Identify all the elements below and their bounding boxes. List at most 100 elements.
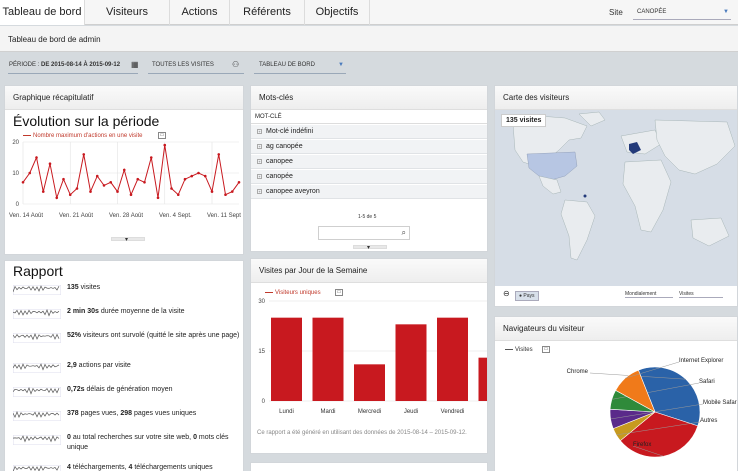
data-point[interactable] — [95, 174, 99, 178]
data-point[interactable] — [116, 190, 119, 193]
data-point[interactable] — [203, 174, 207, 178]
sparkline[interactable] — [13, 285, 61, 295]
keyword-label: Mot-clé indéfini — [266, 128, 314, 135]
data-point[interactable] — [62, 177, 65, 181]
legend-label: Visiteurs uniques — [275, 290, 321, 296]
bar[interactable] — [354, 364, 385, 401]
sparkline[interactable] — [13, 363, 61, 373]
segment-editor-icon[interactable]: ⚇ — [232, 60, 239, 69]
chart-options-icon[interactable]: ▭ — [335, 289, 343, 296]
data-point[interactable] — [35, 156, 38, 159]
data-point[interactable] — [82, 153, 86, 156]
tab-actions[interactable]: Actions — [170, 0, 230, 25]
bar[interactable] — [395, 324, 427, 401]
expand-icon[interactable]: + — [257, 188, 262, 194]
chevron-down-icon[interactable]: ▼ — [338, 62, 344, 68]
segment-selector[interactable]: TOUTES LES VISITES — [152, 62, 214, 68]
period-selector[interactable]: PÉRIODE : DE 2015-08-14 À 2015-09-12 — [9, 62, 120, 68]
widget-keywords: Mots-clés MOT-CLÉ + Mot-clé indéfini + ag c… — [250, 85, 488, 252]
keyword-row[interactable]: + canopee — [251, 155, 487, 169]
data-point[interactable] — [109, 181, 113, 184]
data-point[interactable] — [102, 184, 106, 187]
y-tick-label: 0 — [16, 202, 20, 208]
keyword-search-input[interactable]: ⌕ — [318, 226, 410, 240]
chevron-down-icon: ▾ — [367, 245, 371, 251]
sparkline[interactable] — [13, 387, 61, 397]
data-point[interactable] — [28, 171, 32, 175]
bar[interactable] — [478, 357, 489, 401]
x-tick-label: Ven. 11 Sept — [207, 213, 241, 219]
tab-tableau-de-bord[interactable]: Tableau de bord — [0, 0, 85, 25]
data-point[interactable] — [190, 174, 194, 178]
expand-icon[interactable]: + — [257, 173, 262, 179]
zoom-out-icon[interactable]: ⊖ — [503, 289, 510, 298]
tab-visiteurs[interactable]: Visiteurs — [85, 0, 170, 25]
world-map[interactable] — [495, 110, 738, 286]
sparkline[interactable] — [13, 333, 61, 343]
data-point[interactable] — [197, 171, 200, 175]
tab-referents[interactable]: Référents — [230, 0, 305, 25]
bar[interactable] — [312, 317, 344, 401]
widget-title[interactable]: Carte des visiteurs — [495, 86, 737, 110]
data-point[interactable] — [170, 187, 173, 190]
dashboard-selector[interactable]: TABLEAU DE BORD — [259, 62, 315, 68]
data-point[interactable] — [217, 153, 221, 156]
collapse-handle[interactable]: ▾ — [353, 245, 387, 251]
expand-icon[interactable]: + — [257, 158, 262, 164]
data-point[interactable] — [129, 193, 133, 196]
map-region-selector[interactable]: Mondialement — [625, 291, 673, 298]
data-point[interactable] — [75, 187, 79, 190]
x-tick-label: Lundi — [279, 409, 294, 415]
data-point[interactable] — [41, 190, 45, 193]
data-point[interactable] — [230, 190, 234, 193]
keyword-row[interactable]: + canopée — [251, 170, 487, 184]
x-tick-label: Mardi — [320, 409, 335, 415]
keyword-row[interactable]: + ag canopée — [251, 140, 487, 154]
sparkline[interactable] — [13, 411, 61, 421]
calendar-icon[interactable]: ▦ — [131, 60, 139, 69]
keyword-column-header[interactable]: MOT-CLÉ — [251, 110, 487, 124]
widget-title[interactable]: Graphique récapitulatif — [5, 86, 243, 110]
expand-icon[interactable]: + — [257, 128, 262, 134]
expand-icon[interactable]: + — [257, 143, 262, 149]
widget-title[interactable]: Visites par Jour de la Semaine — [251, 259, 487, 283]
widget-title[interactable]: Mots-clés — [251, 86, 487, 110]
data-point[interactable] — [122, 168, 126, 172]
data-point[interactable] — [149, 156, 153, 159]
sparkline[interactable] — [13, 435, 61, 445]
data-point[interactable] — [237, 181, 241, 184]
data-point[interactable] — [143, 181, 146, 184]
search-icon[interactable]: ⌕ — [402, 228, 406, 238]
pays-toggle[interactable]: ● Pays — [515, 291, 539, 301]
map-marker[interactable] — [583, 194, 587, 198]
data-point[interactable] — [48, 162, 52, 165]
site-selector[interactable]: CANOPÉE ▼ — [633, 4, 731, 20]
keyword-label: canopée — [266, 173, 293, 180]
rapport-text: 2,9 actions par visite — [67, 362, 131, 369]
controls-row: PÉRIODE : DE 2015-08-14 À 2015-09-12 ▦ T… — [0, 56, 738, 78]
data-point[interactable] — [89, 190, 92, 193]
data-point[interactable] — [176, 193, 180, 196]
pays-label: Pays — [523, 293, 535, 299]
sparkline[interactable] — [13, 309, 61, 319]
tab-objectifs[interactable]: Objectifs — [305, 0, 370, 25]
data-point[interactable] — [224, 193, 227, 196]
data-point[interactable] — [163, 143, 167, 147]
bar[interactable] — [271, 317, 302, 401]
data-point[interactable] — [55, 196, 59, 200]
data-point[interactable] — [156, 196, 160, 200]
map-metric-selector[interactable]: Visites — [679, 291, 723, 298]
bar[interactable] — [437, 317, 468, 401]
period-value: DE 2015-08-14 À 2015-09-12 — [41, 62, 121, 68]
data-point[interactable] — [136, 177, 140, 181]
data-point[interactable] — [210, 190, 214, 193]
chart-legend[interactable]: Visiteurs uniques — [265, 290, 321, 296]
data-point[interactable] — [183, 177, 187, 181]
keyword-row[interactable]: + Mot-clé indéfini — [251, 125, 487, 139]
collapse-handle[interactable]: ▾ — [111, 237, 145, 243]
data-point[interactable] — [68, 193, 72, 196]
pagination: 1-5 de 5 — [358, 214, 377, 220]
sparkline[interactable] — [13, 465, 61, 471]
data-point[interactable] — [21, 181, 25, 184]
keyword-row[interactable]: + canopee aveyron — [251, 185, 487, 199]
